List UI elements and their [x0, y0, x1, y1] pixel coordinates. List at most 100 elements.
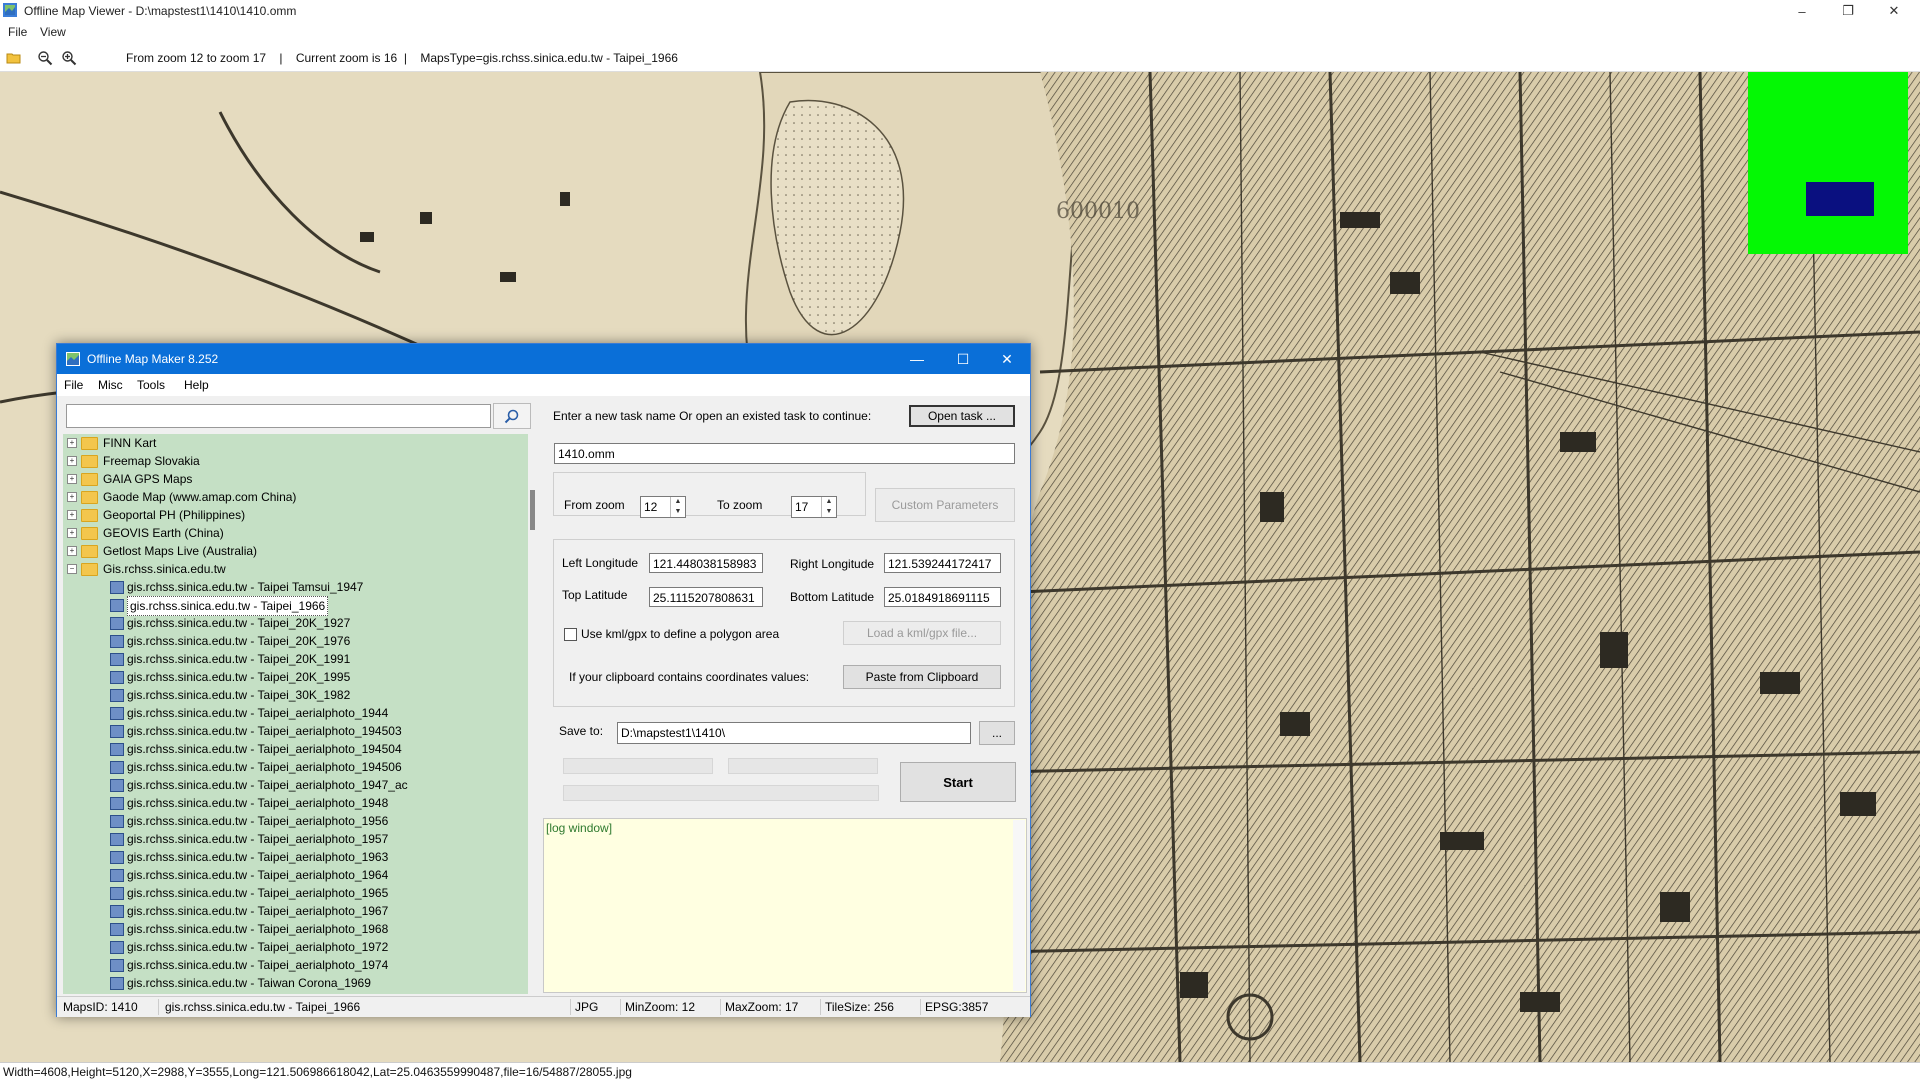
paste-clipboard-button[interactable]: Paste from Clipboard [843, 665, 1001, 689]
start-button[interactable]: Start [900, 762, 1016, 802]
expand-icon[interactable]: + [67, 528, 77, 538]
task-name-field[interactable]: 1410.omm [554, 443, 1015, 464]
expand-icon[interactable]: + [67, 456, 77, 466]
tree-map-item[interactable]: gis.rchss.sinica.edu.tw - Taipei_aerialp… [63, 938, 528, 956]
custom-parameters-button[interactable]: Custom Parameters [875, 488, 1015, 522]
tree-map-item[interactable]: gis.rchss.sinica.edu.tw - Taipei_20K_192… [63, 614, 528, 632]
dialog-menu-misc[interactable]: Misc [98, 378, 123, 392]
right-longitude-field[interactable]: 121.539244172417 [884, 553, 1001, 573]
zoom-in-icon[interactable] [61, 50, 77, 66]
tree-folder[interactable]: + Freemap Slovakia [63, 452, 528, 470]
tree-map-item[interactable]: gis.rchss.sinica.edu.tw - Taipei_20K_199… [63, 668, 528, 686]
tree-map-item-label: gis.rchss.sinica.edu.tw - Taipei_aerialp… [127, 850, 389, 864]
dialog-minimize-button[interactable]: — [894, 344, 940, 374]
browse-folder-button[interactable]: ... [979, 721, 1015, 745]
open-folder-icon[interactable] [6, 50, 22, 66]
save-path-field[interactable]: D:\mapstest1\1410\ [617, 722, 971, 744]
tree-map-item-label: gis.rchss.sinica.edu.tw - Taipei_aerialp… [127, 832, 389, 846]
app-icon [3, 3, 17, 17]
dialog-menu-tools[interactable]: Tools [137, 378, 165, 392]
tree-map-item[interactable]: gis.rchss.sinica.edu.tw - Taipei_aerialp… [63, 776, 528, 794]
dialog-menu-help[interactable]: Help [184, 378, 209, 392]
map-search-input[interactable] [66, 404, 491, 428]
status-epsg: EPSG:3857 [925, 1000, 989, 1014]
clipboard-label: If your clipboard contains coordinates v… [569, 670, 810, 684]
tree-map-item[interactable]: gis.rchss.sinica.edu.tw - Taipei Tamsui_… [63, 578, 528, 596]
search-button[interactable] [493, 403, 531, 429]
dialog-status-bar: MapsID: 1410 gis.rchss.sinica.edu.tw - T… [57, 996, 1030, 1017]
kml-checkbox[interactable] [564, 628, 577, 641]
tree-map-item[interactable]: gis.rchss.sinica.edu.tw - Taipei_aerialp… [63, 830, 528, 848]
overview-viewport-box[interactable] [1806, 182, 1874, 216]
map-layer-icon [110, 959, 124, 972]
tree-folder[interactable]: + GEOVIS Earth (China) [63, 524, 528, 542]
tree-map-item[interactable]: gis.rchss.sinica.edu.tw - Taipei_aerialp… [63, 794, 528, 812]
log-scrollbar[interactable] [1013, 820, 1025, 991]
left-longitude-field[interactable]: 121.448038158983 [649, 553, 763, 573]
map-layer-icon [110, 923, 124, 936]
tree-scrollbar-thumb[interactable] [530, 490, 535, 530]
minimize-button[interactable]: – [1780, 0, 1824, 22]
map-layer-icon [110, 707, 124, 720]
menu-bar: File View [0, 22, 1920, 42]
close-button[interactable]: ✕ [1872, 0, 1916, 22]
map-layer-icon [110, 725, 124, 738]
tree-map-item[interactable]: gis.rchss.sinica.edu.tw - Taipei_1966 [63, 596, 528, 616]
tree-folder[interactable]: + GAIA GPS Maps [63, 470, 528, 488]
tree-folder[interactable]: − Gis.rchss.sinica.edu.tw [63, 560, 528, 578]
dialog-menu-file[interactable]: File [64, 378, 83, 392]
tree-map-item[interactable]: gis.rchss.sinica.edu.tw - Taipei_20K_197… [63, 632, 528, 650]
expand-icon[interactable]: + [67, 474, 77, 484]
top-latitude-field[interactable]: 25.1115207808631 [649, 587, 763, 607]
to-zoom-stepper[interactable]: 17 ▲ ▼ [791, 496, 837, 518]
tree-map-item-label: gis.rchss.sinica.edu.tw - Taipei_aerialp… [127, 904, 389, 918]
tree-map-item-label: gis.rchss.sinica.edu.tw - Taipei_aerialp… [127, 706, 389, 720]
toolbar: From zoom 12 to zoom 17 | Current zoom i… [0, 45, 1920, 72]
dialog-close-button[interactable]: ✕ [984, 344, 1030, 374]
tree-map-item[interactable]: gis.rchss.sinica.edu.tw - Taipei_aerialp… [63, 704, 528, 722]
tree-map-item[interactable]: gis.rchss.sinica.edu.tw - Taipei_20K_199… [63, 650, 528, 668]
map-maker-dialog: Offline Map Maker 8.252 — ☐ ✕ File Misc … [56, 343, 1031, 1017]
tree-map-item[interactable]: gis.rchss.sinica.edu.tw - Taipei_aerialp… [63, 956, 528, 974]
from-zoom-spin-arrows[interactable]: ▲ ▼ [670, 497, 685, 517]
restore-button[interactable]: ❐ [1826, 0, 1870, 22]
tree-map-item[interactable]: gis.rchss.sinica.edu.tw - Taipei_aerialp… [63, 902, 528, 920]
tree-folder[interactable]: + FINN Kart [63, 434, 528, 452]
progress-bar-1 [563, 758, 713, 774]
tree-map-item[interactable]: gis.rchss.sinica.edu.tw - Taipei_aerialp… [63, 884, 528, 902]
tree-map-item[interactable]: gis.rchss.sinica.edu.tw - Taipei_aerialp… [63, 740, 528, 758]
tree-map-item[interactable]: gis.rchss.sinica.edu.tw - Taipei_aerialp… [63, 848, 528, 866]
tree-map-item[interactable]: gis.rchss.sinica.edu.tw - Taipei_aerialp… [63, 722, 528, 740]
overview-map[interactable] [1748, 72, 1908, 254]
map-layer-icon [110, 869, 124, 882]
collapse-icon[interactable]: − [67, 564, 77, 574]
expand-icon[interactable]: + [67, 546, 77, 556]
expand-icon[interactable]: + [67, 492, 77, 502]
from-zoom-stepper[interactable]: 12 ▲ ▼ [640, 496, 686, 518]
log-window[interactable]: [log window] [543, 818, 1027, 993]
tree-map-item[interactable]: gis.rchss.sinica.edu.tw - Taipei_30K_198… [63, 686, 528, 704]
bottom-latitude-field[interactable]: 25.0184918691115 [884, 587, 1001, 607]
tree-map-item[interactable]: gis.rchss.sinica.edu.tw - Taipei_aerialp… [63, 920, 528, 938]
menu-view[interactable]: View [40, 25, 66, 39]
expand-icon[interactable]: + [67, 438, 77, 448]
tree-map-item[interactable]: gis.rchss.sinica.edu.tw - Taipei_aerialp… [63, 866, 528, 884]
tree-map-item[interactable]: gis.rchss.sinica.edu.tw - Taipei_aerialp… [63, 812, 528, 830]
window-titlebar: Offline Map Viewer - D:\mapstest1\1410\1… [0, 0, 1920, 22]
open-task-button[interactable]: Open task ... [909, 405, 1015, 427]
to-zoom-spin-arrows[interactable]: ▲ ▼ [821, 497, 836, 517]
zoom-out-icon[interactable] [37, 50, 53, 66]
tree-map-item[interactable]: gis.rchss.sinica.edu.tw - Taipei_aerialp… [63, 758, 528, 776]
tree-folder-label: Geoportal PH (Philippines) [103, 508, 246, 522]
expand-icon[interactable]: + [67, 510, 77, 520]
tree-folder[interactable]: + Getlost Maps Live (Australia) [63, 542, 528, 560]
load-kml-button[interactable]: Load a kml/gpx file... [843, 621, 1001, 645]
map-source-tree[interactable]: + FINN Kart + Freemap Slovakia + GAIA GPS Map… [63, 434, 528, 994]
tree-folder[interactable]: + Geoportal PH (Philippines) [63, 506, 528, 524]
menu-file[interactable]: File [8, 25, 27, 39]
map-layer-icon [110, 833, 124, 846]
dialog-maximize-button[interactable]: ☐ [940, 344, 986, 374]
tree-folder[interactable]: + Gaode Map (www.amap.com China) [63, 488, 528, 506]
tree-map-item[interactable]: gis.rchss.sinica.edu.tw - Taiwan Corona_… [63, 974, 528, 992]
tree-map-item-label: gis.rchss.sinica.edu.tw - Taipei_30K_198… [127, 688, 351, 702]
